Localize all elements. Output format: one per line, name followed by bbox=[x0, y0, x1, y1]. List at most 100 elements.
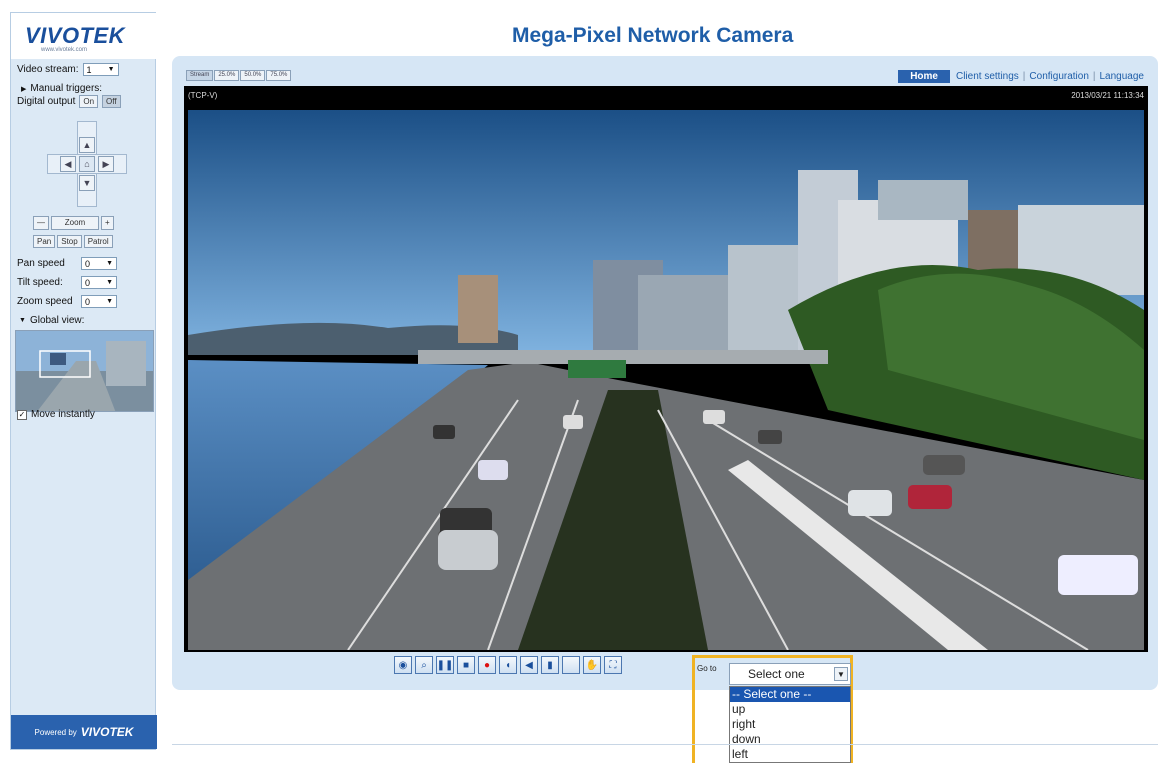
chevron-down-icon: ▼ bbox=[106, 260, 113, 267]
chevron-down-icon: ▼ bbox=[106, 279, 113, 286]
fullscreen-button[interactable]: ⛶ bbox=[604, 656, 622, 674]
pan-speed-select[interactable]: 0 ▼ bbox=[81, 257, 117, 270]
pause-icon: ❚❚ bbox=[436, 659, 454, 671]
record-button[interactable]: ● bbox=[478, 656, 496, 674]
video-stream-value: 1 bbox=[86, 64, 92, 75]
video-stream-select[interactable]: 1 ▼ bbox=[82, 63, 119, 76]
camera-icon: ◉ bbox=[398, 659, 408, 671]
tilt-speed-select[interactable]: 0 ▼ bbox=[81, 276, 117, 289]
zoom-speed-select[interactable]: 0 ▼ bbox=[81, 295, 117, 308]
powered-by-footer: Powered by VIVOTEK bbox=[11, 715, 157, 749]
arrow-left-icon: ◀ bbox=[64, 158, 72, 169]
move-instantly-label: Move instantly bbox=[31, 409, 95, 420]
pan-speed-label: Pan speed bbox=[17, 258, 65, 269]
mic-volume-button[interactable] bbox=[562, 656, 580, 674]
playback-toolbar: ◉ ⌕ ❚❚ ■ ● ◖ ◀ ▮ ✋ ⛶ bbox=[394, 656, 622, 674]
zoom-speed-row: Zoom speed 0 ▼ bbox=[17, 295, 117, 308]
snapshot-button[interactable]: ◉ bbox=[394, 656, 412, 674]
global-view-row[interactable]: ▼ Global view: bbox=[19, 315, 84, 326]
goto-selected-value: Select one bbox=[748, 667, 805, 681]
goto-dropdown-list: -- Select one -- up right down left bbox=[729, 686, 851, 763]
pan-up-button[interactable]: ▲ bbox=[79, 137, 95, 153]
pause-button[interactable]: ❚❚ bbox=[436, 656, 454, 674]
pan-speed-value: 0 bbox=[85, 258, 91, 269]
hand-icon: ✋ bbox=[585, 659, 599, 671]
pan-down-button[interactable]: ▼ bbox=[79, 175, 95, 191]
nav-client-settings[interactable]: Client settings bbox=[956, 71, 1019, 82]
video-info-bar: (TCP-V) 2013/03/21 11:13:34 bbox=[184, 86, 1148, 104]
camera-scene-image bbox=[188, 110, 1144, 650]
pan-button[interactable]: Pan bbox=[33, 235, 56, 248]
zoom-out-button[interactable]: — bbox=[33, 216, 49, 230]
goto-option[interactable]: -- Select one -- bbox=[730, 687, 850, 702]
pan-right-button[interactable]: ▶ bbox=[98, 156, 114, 172]
view-size-tabs: Stream 25.0% 50.0% 75.0% bbox=[186, 70, 292, 81]
sidebar: VIVOTEK www.vivotek.com Video stream: 1 … bbox=[10, 12, 157, 750]
volume-button[interactable]: ◖ bbox=[499, 656, 517, 674]
arrow-up-icon: ▲ bbox=[82, 140, 92, 150]
ptz-direction-pad: ▲ ▼ ◀ ▶ ⌂ bbox=[47, 121, 127, 207]
manual-triggers-label: Manual triggers: bbox=[30, 83, 103, 94]
video-stream-row: Video stream: 1 ▼ bbox=[17, 63, 119, 76]
pan-left-button[interactable]: ◀ bbox=[60, 156, 76, 172]
manual-triggers-row[interactable]: ▶ Manual triggers: bbox=[21, 83, 102, 94]
microphone-icon: ▮ bbox=[547, 659, 553, 671]
digital-output-on-button[interactable]: On bbox=[79, 95, 99, 108]
vivotek-logo: VIVOTEK www.vivotek.com bbox=[11, 13, 157, 59]
chevron-down-icon: ▼ bbox=[107, 66, 115, 73]
goto-preset-select[interactable]: Select one ▼ bbox=[729, 663, 851, 685]
tab-50[interactable]: 50.0% bbox=[240, 70, 266, 81]
live-video-viewer[interactable]: (TCP-V) 2013/03/21 11:13:34 bbox=[184, 86, 1148, 652]
tilt-speed-label: Tilt speed: bbox=[17, 277, 63, 288]
divider bbox=[172, 744, 1158, 745]
patrol-button[interactable]: Patrol bbox=[83, 235, 113, 248]
logo-text: VIVOTEK bbox=[25, 23, 126, 48]
tilt-speed-value: 0 bbox=[85, 277, 91, 288]
goto-option[interactable]: up bbox=[730, 702, 850, 717]
zoom-label: Zoom bbox=[51, 216, 99, 230]
top-navigation: Home Client settings | Configuration | L… bbox=[898, 70, 1144, 83]
home-icon: ⌂ bbox=[84, 159, 90, 169]
video-timestamp: 2013/03/21 11:13:34 bbox=[1071, 90, 1144, 100]
talk-button[interactable]: ▮ bbox=[541, 656, 559, 674]
move-instantly-row: ✓ Move instantly bbox=[17, 409, 95, 420]
chevron-down-icon: ▼ bbox=[834, 667, 848, 681]
pan-patrol-controls: Pan Stop Patrol bbox=[33, 235, 113, 248]
goto-option[interactable]: right bbox=[730, 717, 850, 732]
digital-output-off-button[interactable]: Off bbox=[102, 95, 121, 108]
nav-separator: | bbox=[1092, 71, 1096, 82]
stop-video-button[interactable]: ■ bbox=[457, 656, 475, 674]
nav-language[interactable]: Language bbox=[1100, 71, 1145, 82]
goto-label: Go to bbox=[697, 664, 717, 673]
magnifier-icon: ⌕ bbox=[421, 659, 427, 671]
page: VIVOTEK www.vivotek.com Video stream: 1 … bbox=[0, 0, 1170, 763]
nav-home[interactable]: Home bbox=[898, 70, 950, 83]
tab-75[interactable]: 75.0% bbox=[266, 70, 292, 81]
tilt-speed-row: Tilt speed: 0 ▼ bbox=[17, 276, 117, 289]
camera-feed bbox=[188, 110, 1144, 650]
triangle-down-icon: ▼ bbox=[19, 317, 26, 324]
arrow-down-icon: ▼ bbox=[82, 178, 92, 188]
tab-25[interactable]: 25.0% bbox=[214, 70, 240, 81]
stop-icon: ■ bbox=[462, 659, 470, 671]
zoom-in-button[interactable]: + bbox=[101, 216, 114, 230]
record-icon: ● bbox=[483, 659, 491, 671]
goto-option[interactable]: left bbox=[730, 747, 850, 762]
global-view-thumbnail[interactable] bbox=[15, 330, 154, 412]
powered-by-label: Powered by bbox=[34, 727, 77, 737]
triangle-right-icon: ▶ bbox=[21, 85, 27, 93]
logo-tagline: www.vivotek.com bbox=[41, 47, 88, 53]
pan-home-button[interactable]: ⌂ bbox=[79, 156, 95, 172]
speaker-icon: ◖ bbox=[504, 659, 512, 671]
powered-by-brand: VIVOTEK bbox=[80, 725, 134, 739]
move-instantly-checkbox[interactable]: ✓ bbox=[17, 409, 27, 420]
mute-button[interactable]: ◀ bbox=[520, 656, 538, 674]
fullscreen-icon: ⛶ bbox=[609, 659, 617, 671]
nav-separator: | bbox=[1022, 71, 1026, 82]
emergency-button[interactable]: ✋ bbox=[583, 656, 601, 674]
digital-output-label: Digital output bbox=[17, 96, 76, 107]
digital-zoom-button[interactable]: ⌕ bbox=[415, 656, 433, 674]
tab-stream[interactable]: Stream bbox=[186, 70, 214, 81]
nav-configuration[interactable]: Configuration bbox=[1029, 71, 1088, 82]
stop-button[interactable]: Stop bbox=[57, 235, 82, 248]
